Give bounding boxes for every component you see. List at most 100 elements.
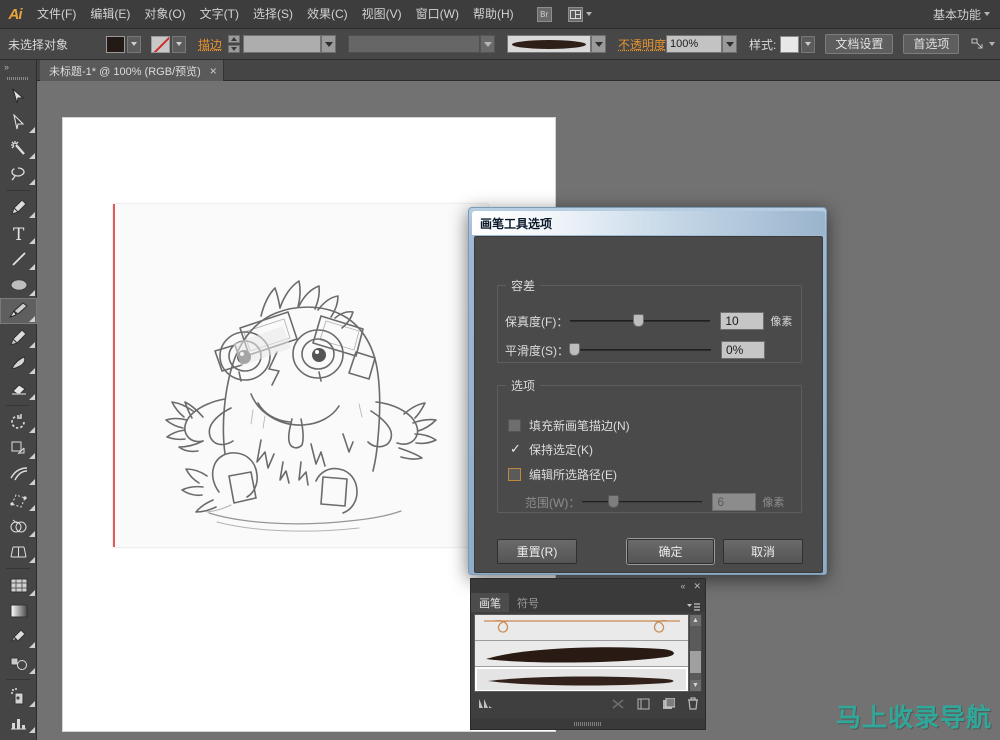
list-item[interactable] (475, 667, 688, 691)
remove-brush-stroke-icon[interactable] (611, 698, 625, 713)
range-field[interactable]: 6 (712, 493, 757, 511)
fill-new-brush-strokes-checkbox[interactable] (508, 419, 521, 432)
brush-libraries-icon[interactable] (477, 697, 494, 713)
mesh-tool[interactable] (0, 572, 37, 598)
workspace-caret-icon[interactable] (984, 12, 990, 16)
smoothness-slider[interactable] (569, 343, 711, 356)
reset-button[interactable]: 重置(R) (497, 539, 577, 564)
tools-drag-handle[interactable] (0, 74, 36, 83)
selection-tool[interactable] (0, 83, 37, 109)
list-item[interactable] (475, 615, 688, 641)
scroll-up-icon[interactable]: ▲ (690, 615, 701, 626)
preferences-button[interactable]: 首选项 (903, 34, 960, 54)
type-tool[interactable]: T (0, 220, 37, 246)
symbol-sprayer-tool[interactable] (0, 683, 37, 709)
range-slider-thumb[interactable] (608, 495, 620, 508)
menu-object[interactable]: 对象(O) (137, 0, 192, 29)
opacity-field[interactable]: 100% (666, 35, 723, 53)
ok-button[interactable]: 确定 (627, 539, 714, 564)
workspace-switcher[interactable]: 基本功能 (933, 6, 1000, 23)
line-segment-tool[interactable] (0, 246, 37, 272)
panel-menu-icon[interactable] (687, 603, 700, 612)
blend-tool[interactable] (0, 650, 37, 676)
lasso-tool[interactable] (0, 161, 37, 187)
eyedropper-tool[interactable] (0, 624, 37, 650)
tab-brushes[interactable]: 画笔 (471, 593, 509, 612)
menu-select[interactable]: 选择(S) (246, 0, 300, 29)
scroll-down-icon[interactable]: ▼ (690, 680, 701, 691)
new-brush-icon[interactable] (662, 697, 676, 713)
panel-resize-grip[interactable] (471, 718, 705, 729)
paintbrush-tool[interactable] (0, 298, 37, 324)
menu-window[interactable]: 窗口(W) (409, 0, 466, 29)
menu-view[interactable]: 视图(V) (355, 0, 409, 29)
fill-new-brush-strokes-row[interactable]: 填充新画笔描边(N) (508, 417, 630, 434)
fidelity-slider[interactable] (570, 314, 711, 327)
style-swatch[interactable] (780, 35, 800, 53)
direct-selection-tool[interactable] (0, 109, 37, 135)
eraser-tool[interactable] (0, 376, 37, 402)
stroke-label[interactable]: 描边 (198, 36, 222, 53)
fill-dropdown-icon[interactable] (127, 35, 141, 53)
pencil-tool[interactable] (0, 324, 37, 350)
arrange-caret-icon[interactable] (585, 12, 592, 16)
fill-control[interactable] (106, 35, 141, 53)
stroke-profile-dropdown-icon[interactable] (480, 35, 496, 53)
rotate-tool[interactable] (0, 409, 37, 435)
brush-definition-dropdown-icon[interactable] (591, 35, 607, 53)
brush-tool-options-dialog[interactable]: 画笔工具选项 容差 保真度(F)： 10 像素 平滑度(S)： 0% 选项 填充… (468, 207, 827, 575)
stroke-weight-stepper[interactable] (228, 35, 241, 53)
options-of-selected-object-icon[interactable] (637, 698, 650, 713)
align-object-icon[interactable] (971, 38, 996, 50)
artboard-tool[interactable] (0, 735, 37, 740)
scrollbar-thumb[interactable] (690, 651, 701, 673)
menu-type[interactable]: 文字(T) (193, 0, 246, 29)
free-transform-tool[interactable] (0, 487, 37, 513)
close-icon[interactable]: × (210, 64, 217, 78)
tab-symbols[interactable]: 符号 (509, 593, 547, 612)
edit-selected-paths-checkbox[interactable] (508, 468, 521, 481)
column-graph-tool[interactable] (0, 709, 37, 735)
stroke-none-swatch[interactable] (151, 35, 170, 53)
stroke-weight-dropdown-icon[interactable] (321, 35, 337, 53)
cancel-button[interactable]: 取消 (723, 539, 803, 564)
shape-builder-tool[interactable] (0, 513, 37, 539)
tools-collapse-icon[interactable]: » (0, 60, 36, 74)
edit-selected-paths-row[interactable]: 编辑所选路径(E) (508, 466, 617, 483)
brushes-scrollbar[interactable]: ▲ ▼ (689, 614, 702, 692)
arrange-documents-icon[interactable] (567, 6, 583, 22)
menu-help[interactable]: 帮助(H) (466, 0, 521, 29)
smoothness-field[interactable]: 0% (721, 341, 765, 359)
opacity-dropdown-icon[interactable] (722, 35, 738, 53)
gradient-tool[interactable] (0, 598, 37, 624)
fidelity-field[interactable]: 10 (720, 312, 765, 330)
menu-edit[interactable]: 编辑(E) (83, 0, 137, 29)
stroke-dropdown-icon[interactable] (172, 35, 186, 53)
ellipse-tool[interactable] (0, 272, 37, 298)
brushes-panel[interactable]: « ✕ 画笔 符号 ▲ ▼ (470, 578, 706, 730)
keep-selected-checkbox[interactable] (508, 441, 521, 457)
stroke-color-control[interactable] (151, 35, 186, 53)
list-item[interactable] (475, 641, 688, 667)
magic-wand-tool[interactable] (0, 135, 37, 161)
bridge-icon[interactable]: Br (536, 6, 552, 22)
fill-swatch[interactable] (106, 35, 125, 53)
brushes-list[interactable] (474, 614, 689, 692)
document-tab[interactable]: 未标题-1* @ 100% (RGB/预览) × (40, 60, 224, 81)
opacity-label[interactable]: 不透明度 (618, 36, 666, 53)
stroke-profile-field[interactable] (348, 35, 481, 53)
brush-definition-preview[interactable] (507, 35, 592, 53)
menu-effect[interactable]: 效果(C) (300, 0, 355, 29)
close-panel-icon[interactable]: ✕ (693, 581, 701, 592)
stroke-weight-field[interactable] (243, 35, 322, 53)
pen-tool[interactable] (0, 194, 37, 220)
menu-file[interactable]: 文件(F) (30, 0, 83, 29)
perspective-grid-tool[interactable] (0, 539, 37, 565)
style-dropdown-icon[interactable] (801, 35, 816, 53)
keep-selected-row[interactable]: 保持选定(K) (508, 441, 593, 458)
blob-brush-tool[interactable] (0, 350, 37, 376)
delete-brush-icon[interactable] (687, 697, 699, 713)
width-tool[interactable] (0, 461, 37, 487)
scale-tool[interactable] (0, 435, 37, 461)
fidelity-slider-thumb[interactable] (633, 314, 645, 327)
